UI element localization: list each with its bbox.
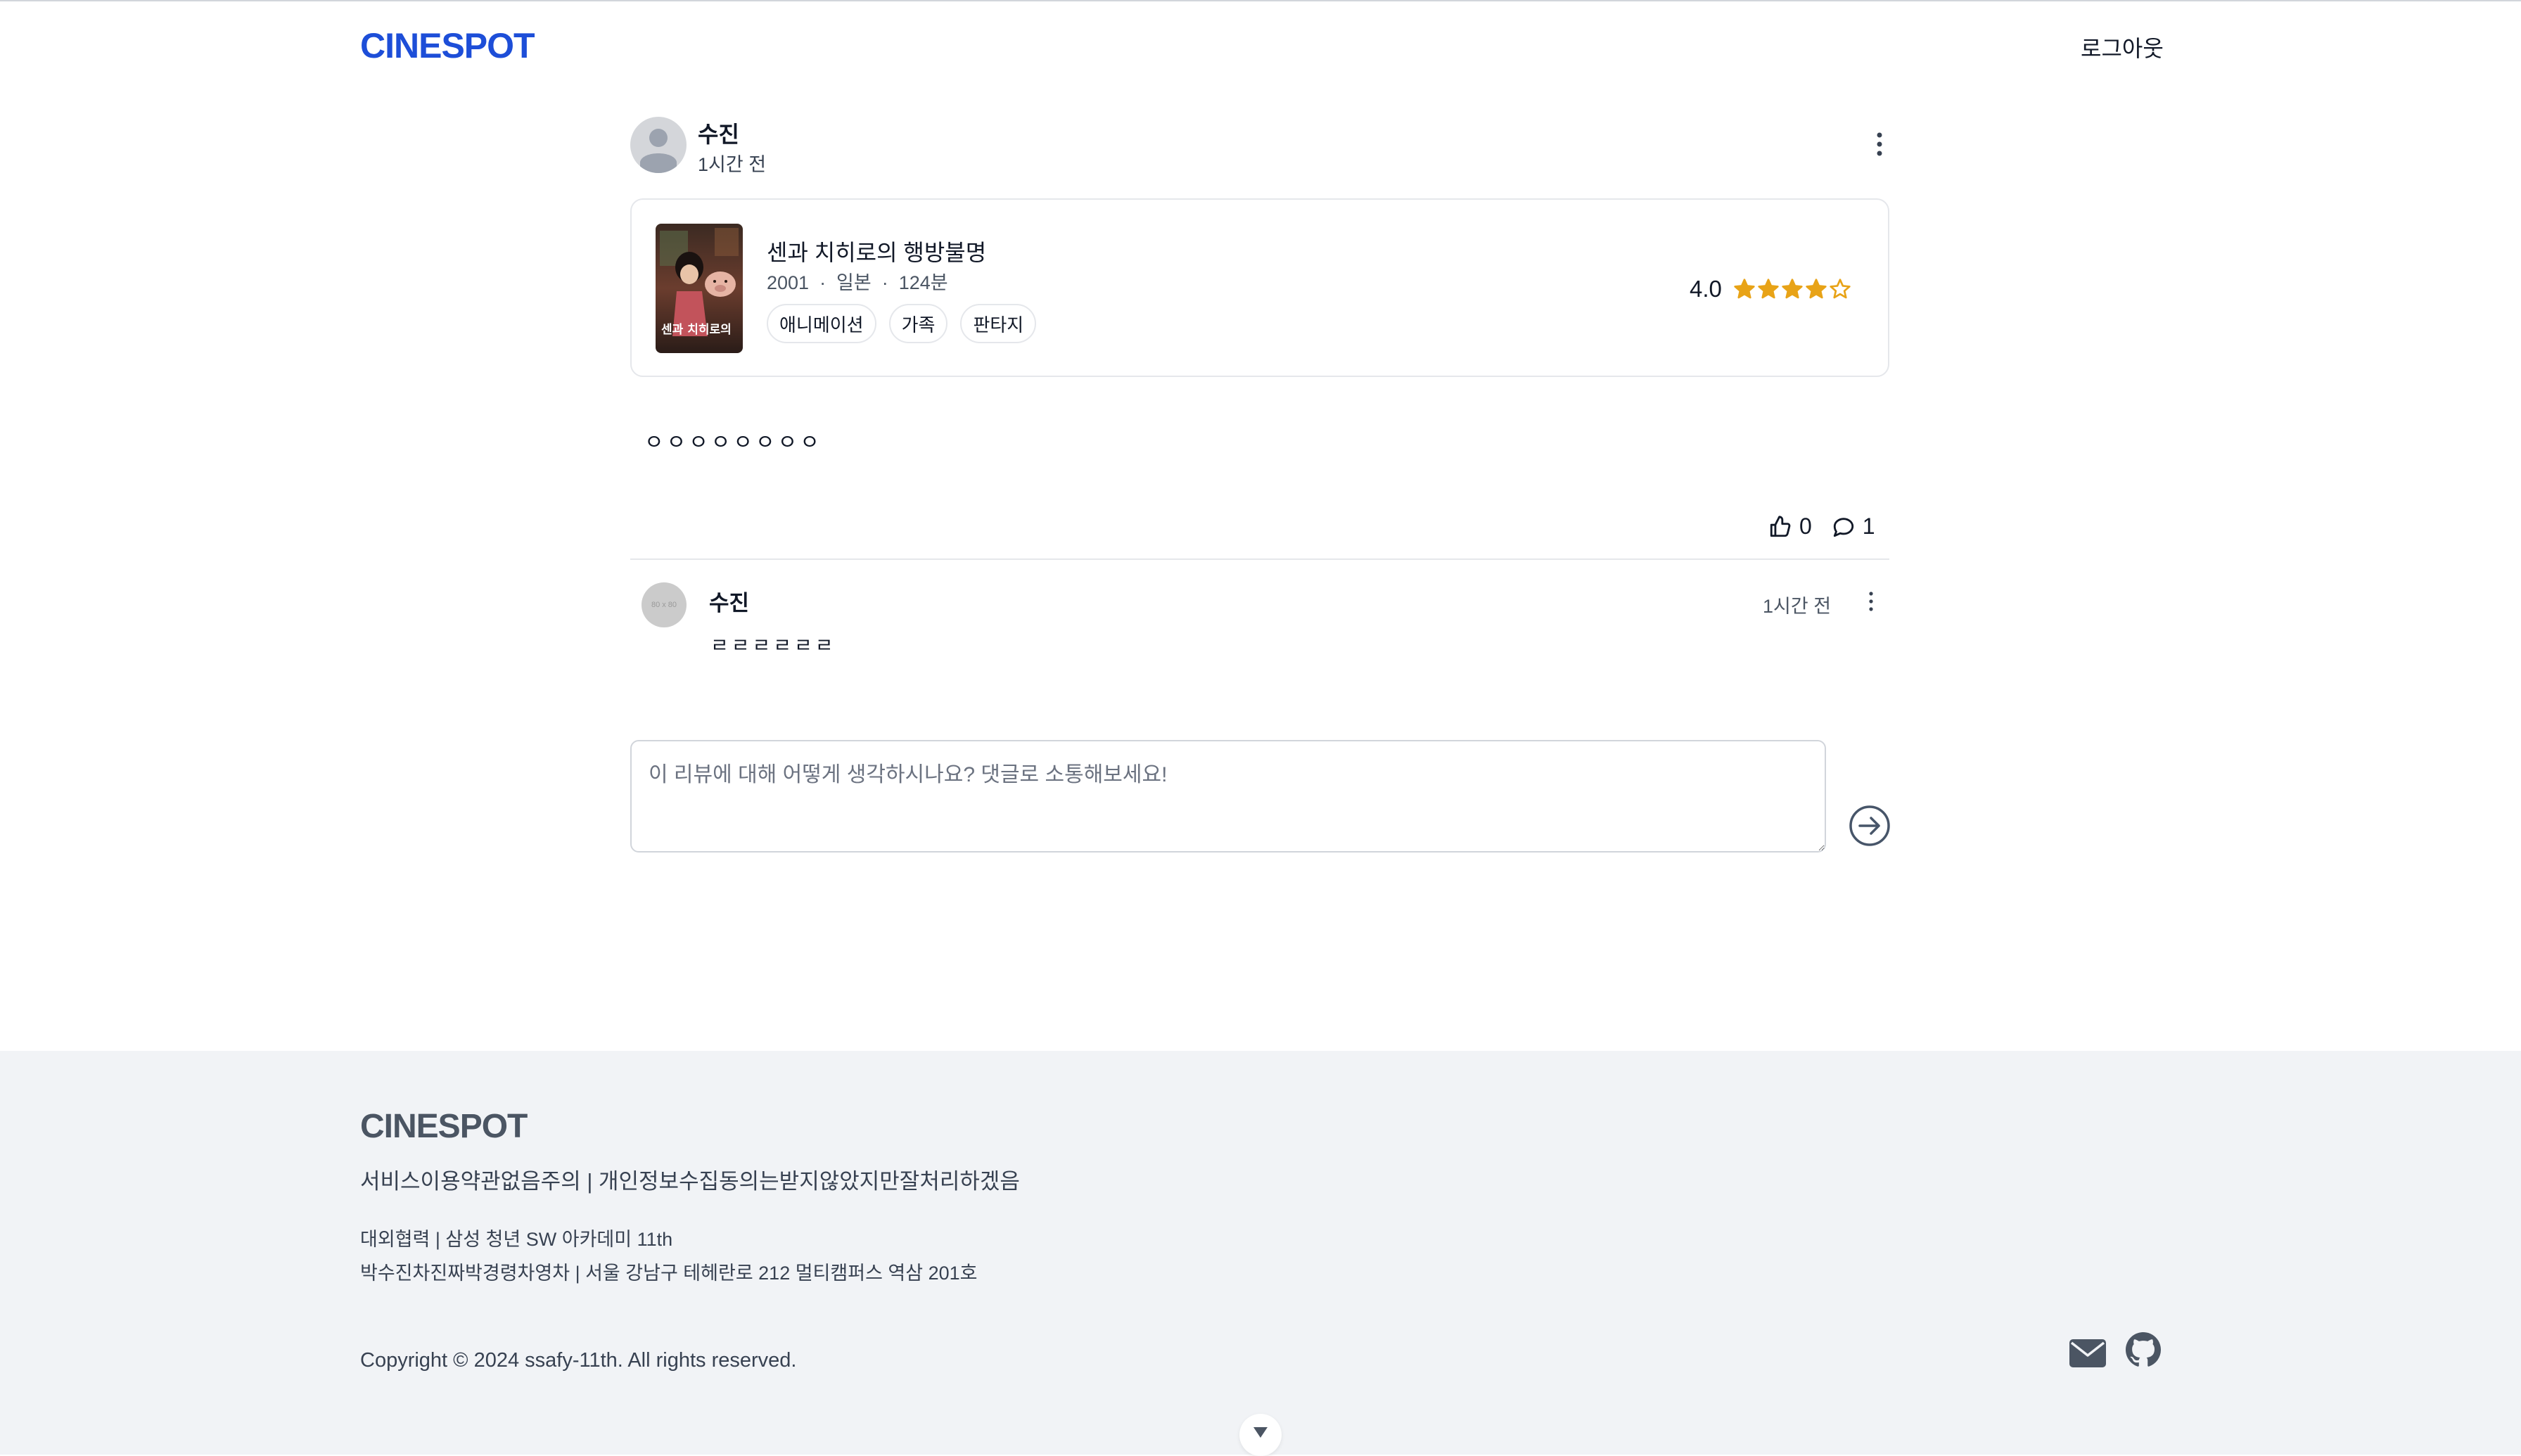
poster-title-text: 센과 치히로의 bbox=[661, 323, 732, 337]
footer-policy: 서비스이용약관없음주의 | 개인정보수집동의는받지않았지만잘처리하겠음 bbox=[360, 1169, 1020, 1194]
comment-input[interactable] bbox=[630, 740, 1826, 852]
comment-time: 1시간 전 bbox=[1763, 596, 1832, 617]
genre-list: 애니메이션 가족 판타지 bbox=[767, 304, 1037, 343]
comment-text: ㄹㄹㄹㄹㄹㄹ bbox=[710, 634, 836, 656]
submit-comment-arrow-icon[interactable] bbox=[1849, 805, 1891, 847]
movie-meta: 2001 · 일본 · 124분 bbox=[767, 272, 948, 293]
scroll-button[interactable] bbox=[1239, 1414, 1282, 1456]
movie-title[interactable]: 센과 치히로의 행방불명 bbox=[767, 235, 986, 267]
star-empty-icon bbox=[1830, 279, 1851, 299]
user-icon bbox=[640, 129, 677, 173]
footer-partner: 대외협력 | 삼성 청년 SW 아카데미 11th bbox=[360, 1229, 673, 1250]
star-filled-icon bbox=[1782, 279, 1803, 299]
divider bbox=[630, 558, 1889, 560]
star-filled-icon bbox=[1758, 279, 1779, 299]
logout-button[interactable]: 로그아웃 bbox=[2081, 31, 2164, 63]
speech-bubble-icon bbox=[1833, 517, 1853, 537]
comment-count-button[interactable]: 1 bbox=[1832, 513, 1875, 539]
movie-rating: 4.0 bbox=[1690, 276, 1851, 302]
movie-card[interactable]: 센과 치히로의 센과 치히로의 행방불명 2001 · 일본 · 124분 애니… bbox=[630, 198, 1889, 377]
genre-chip: 가족 bbox=[888, 304, 948, 343]
comment-count: 1 bbox=[1862, 513, 1875, 539]
github-icon[interactable] bbox=[2126, 1332, 2161, 1367]
footer-copyright: Copyright © 2024 ssafy-11th. All rights … bbox=[360, 1349, 797, 1372]
like-button[interactable]: 0 bbox=[1768, 513, 1812, 539]
rating-stars bbox=[1733, 278, 1851, 300]
comment-avatar[interactable]: 80 x 80 bbox=[642, 582, 687, 627]
like-count: 0 bbox=[1799, 513, 1812, 539]
review-time: 1시간 전 bbox=[698, 154, 767, 175]
thumbs-up-icon bbox=[1770, 515, 1791, 537]
chevron-down-icon bbox=[1253, 1427, 1268, 1438]
star-filled-icon bbox=[1806, 279, 1827, 299]
footer-members: 박수진차진짜박경령차영차 | 서울 강남구 테헤란로 212 멀티캠퍼스 역삼 … bbox=[360, 1263, 978, 1284]
author-avatar[interactable] bbox=[630, 117, 687, 173]
star-filled-icon bbox=[1734, 279, 1755, 299]
author-name[interactable]: 수진 bbox=[698, 117, 739, 149]
footer: CINESPOT 서비스이용약관없음주의 | 개인정보수집동의는받지않았지만잘처… bbox=[0, 1051, 2521, 1456]
rating-value: 4.0 bbox=[1690, 276, 1722, 302]
more-options-icon[interactable] bbox=[1870, 130, 1889, 158]
top-border bbox=[0, 0, 2521, 1]
comment-more-icon[interactable] bbox=[1863, 589, 1879, 613]
movie-poster[interactable]: 센과 치히로의 bbox=[656, 224, 743, 353]
review-actions: 0 1 bbox=[1768, 513, 1875, 539]
review-body: ㅇㅇㅇㅇㅇㅇㅇㅇ bbox=[644, 431, 822, 454]
genre-chip: 판타지 bbox=[960, 304, 1037, 343]
genre-chip: 애니메이션 bbox=[767, 304, 876, 343]
comment-author[interactable]: 수진 bbox=[709, 585, 749, 617]
mail-icon[interactable] bbox=[2069, 1339, 2106, 1367]
footer-logo: CINESPOT bbox=[360, 1108, 528, 1145]
header-logo[interactable]: CINESPOT bbox=[360, 25, 535, 66]
